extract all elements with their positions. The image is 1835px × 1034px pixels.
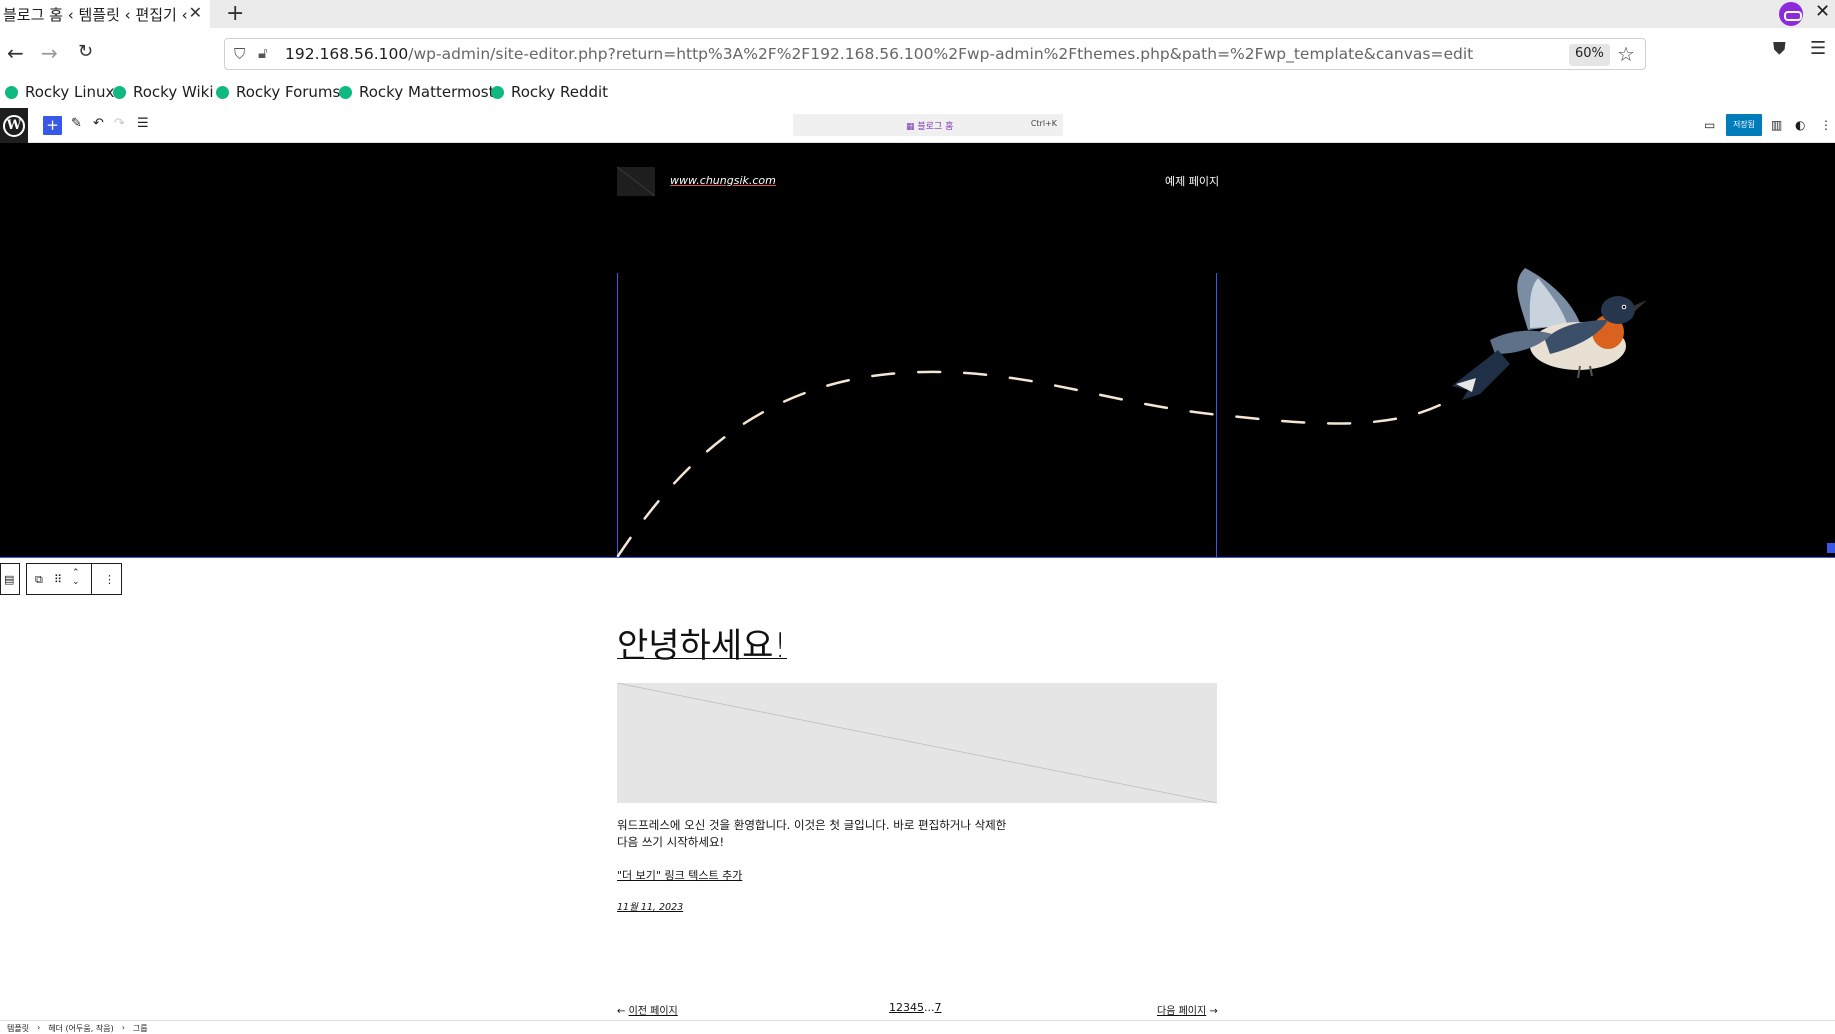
- reload-icon[interactable]: ↻: [78, 41, 93, 62]
- parent-block-button[interactable]: ▤: [0, 563, 20, 595]
- insecure-lock-icon[interactable]: 🔓︎: [258, 44, 268, 62]
- command-shortcut: Ctrl+K: [1030, 119, 1057, 128]
- rocky-icon: [5, 85, 18, 99]
- bookmark-rocky-reddit[interactable]: Rocky Reddit: [491, 83, 608, 101]
- pocket-icon[interactable]: ⛊: [1773, 39, 1786, 59]
- address-bar[interactable]: ⛉ 🔓︎ 192.168.56.100/wp-admin/site-editor…: [224, 38, 1646, 70]
- browser-tab[interactable]: 블로그 홈 ‹ 템플릿 ‹ 편집기 ‹ W ✕: [0, 0, 210, 28]
- drag-handle-icon[interactable]: ⠿: [54, 573, 62, 586]
- browser-nav-bar: ← → ↻ ⛉ 🔓︎ 192.168.56.100/wp-admin/site-…: [0, 28, 1835, 83]
- back-icon[interactable]: ←: [7, 41, 24, 65]
- device-preview-icon[interactable]: ▭: [1704, 118, 1715, 132]
- featured-image-placeholder[interactable]: [617, 683, 1217, 803]
- query-pagination: ← 이전 페이지 12345...7 다음 페이지 →: [0, 1001, 1835, 1018]
- redo-icon[interactable]: ↷: [114, 116, 125, 131]
- post-date[interactable]: 11월 11, 2023: [617, 899, 683, 913]
- group-block-icon[interactable]: ⧉: [35, 573, 43, 587]
- bird-illustration: [1452, 268, 1647, 400]
- wordpress-logo-button[interactable]: W: [0, 108, 28, 143]
- bookmarks-toolbar: Rocky Linux Rocky Wiki Rocky Forums Rock…: [0, 83, 1835, 108]
- breadcrumb-separator: ›: [37, 1023, 41, 1032]
- template-name: ▦ 블로그 홈: [906, 122, 954, 132]
- zoom-level-badge[interactable]: 60%: [1569, 44, 1610, 66]
- move-up-down-icon[interactable]: ⌃ ⌄: [72, 569, 80, 587]
- image-placeholder-icon: [617, 683, 1217, 803]
- window-close-icon[interactable]: ✕: [1815, 1, 1830, 22]
- breadcrumb-item[interactable]: 헤더 (어두움, 작음): [48, 1023, 113, 1034]
- tab-title: 블로그 홈 ‹ 템플릿 ‹ 편집기 ‹ W: [3, 5, 193, 24]
- editor-toolbar: W + ✎ ↶ ↷ ☰ ▦ 블로그 홈 Ctrl+K ▭ 저장됨 ▥ ◐ ⋮: [0, 108, 1835, 143]
- breadcrumb-item[interactable]: 그룹: [133, 1023, 148, 1034]
- page-number[interactable]: 7: [935, 1001, 942, 1014]
- command-palette-bar[interactable]: ▦ 블로그 홈 Ctrl+K: [793, 114, 1063, 136]
- save-button[interactable]: 저장됨: [1726, 114, 1762, 136]
- browser-tab-bar: 블로그 홈 ‹ 템플릿 ‹ 편집기 ‹ W ✕ + ✕: [0, 0, 1835, 28]
- url-text[interactable]: 192.168.56.100/wp-admin/site-editor.php?…: [285, 45, 1473, 63]
- rocky-icon: [491, 85, 504, 99]
- new-tab-icon[interactable]: +: [226, 1, 244, 26]
- page-number[interactable]: 4: [910, 1001, 917, 1014]
- close-tab-icon[interactable]: ✕: [189, 3, 202, 22]
- read-more-link[interactable]: "더 보기" 링크 텍스트 추가: [617, 867, 742, 883]
- options-menu-icon[interactable]: ⋮: [1820, 118, 1832, 132]
- tools-pencil-icon[interactable]: ✎: [71, 116, 82, 131]
- rocky-icon: [216, 85, 229, 99]
- list-view-icon[interactable]: ☰: [137, 116, 149, 131]
- more-options-icon: ⋮: [104, 573, 115, 586]
- undo-icon[interactable]: ↶: [93, 116, 104, 131]
- site-header-block[interactable]: www.chungsik.com 예제 페이지: [0, 143, 1835, 558]
- bookmark-rocky-mattermost[interactable]: Rocky Mattermost: [339, 83, 494, 101]
- template-part-icon: ▤: [4, 573, 15, 586]
- block-toolbar: ▤ ⧉ ⠿ ⌃ ⌄ ⋮: [0, 563, 122, 595]
- bookmark-star-icon[interactable]: ☆: [1617, 42, 1635, 66]
- bookmark-rocky-forums[interactable]: Rocky Forums: [216, 83, 340, 101]
- block-breadcrumb: 템플릿 › 헤더 (어두움, 작음) › 그룹: [0, 1020, 1835, 1034]
- next-page-link[interactable]: 다음 페이지 →: [1157, 1002, 1218, 1017]
- rocky-icon: [339, 85, 352, 99]
- post-title[interactable]: 안녕하세요!: [617, 618, 787, 667]
- private-browsing-icon: [1779, 2, 1803, 26]
- block-options-button[interactable]: ⋮: [91, 563, 122, 595]
- page-ellipsis: ...: [924, 1001, 935, 1014]
- shield-icon[interactable]: ⛉: [234, 45, 245, 63]
- styles-icon[interactable]: ◐: [1795, 118, 1805, 132]
- breadcrumb-separator: ›: [121, 1023, 125, 1032]
- post-excerpt[interactable]: 워드프레스에 오신 것을 환영합니다. 이것은 첫 글입니다. 바로 편집하거나…: [617, 817, 1017, 851]
- previous-page-link[interactable]: ← 이전 페이지: [617, 1002, 678, 1017]
- breadcrumb-item[interactable]: 템플릿: [7, 1023, 29, 1034]
- page-number[interactable]: 5: [917, 1001, 924, 1014]
- resize-handle[interactable]: [1827, 543, 1835, 553]
- wordpress-icon: W: [3, 114, 25, 137]
- page-number[interactable]: 1: [889, 1001, 896, 1014]
- forward-icon[interactable]: →: [41, 41, 58, 65]
- page-number[interactable]: 3: [903, 1001, 910, 1014]
- bookmark-rocky-linux[interactable]: Rocky Linux: [5, 83, 114, 101]
- bookmark-rocky-wiki[interactable]: Rocky Wiki: [113, 83, 214, 101]
- block-type-group: ⧉ ⠿ ⌃ ⌄: [26, 563, 92, 595]
- block-inserter-button[interactable]: +: [43, 116, 62, 135]
- settings-sidebar-icon[interactable]: ▥: [1771, 118, 1782, 132]
- hamburger-menu-icon[interactable]: ☰: [1810, 38, 1826, 59]
- rocky-icon: [113, 85, 126, 99]
- page-numbers: 12345...7: [889, 1001, 942, 1014]
- page-number[interactable]: 2: [896, 1001, 903, 1014]
